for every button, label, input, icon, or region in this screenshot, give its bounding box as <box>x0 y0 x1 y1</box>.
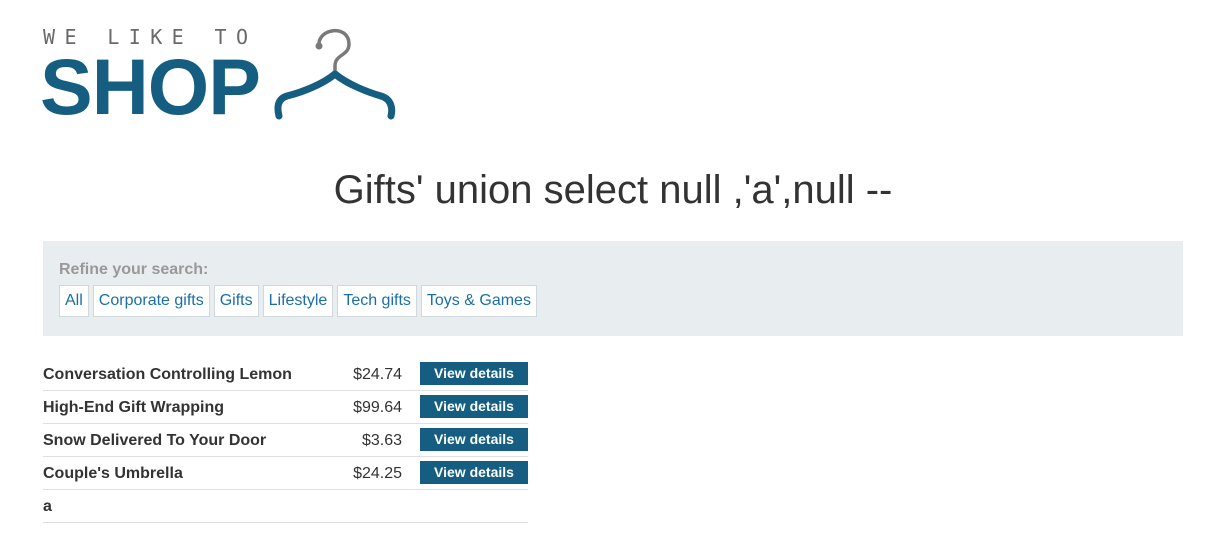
page-title: Gifts' union select null ,'a',null -- <box>333 168 893 212</box>
site-logo[interactable]: WE LIKE TO SHOP <box>40 24 403 131</box>
logo-wordmark: SHOP <box>40 42 261 131</box>
product-price: $24.74 <box>353 366 402 383</box>
product-name: Couple's Umbrella <box>43 465 183 482</box>
view-details-button[interactable]: View details <box>420 461 528 484</box>
filter-label: Refine your search: <box>59 261 209 278</box>
product-name: Snow Delivered To Your Door <box>43 432 267 449</box>
table-row: Couple's Umbrella $24.25 View details <box>43 457 528 490</box>
table-row: a <box>43 490 528 523</box>
filter-lifestyle[interactable]: Lifestyle <box>262 285 334 317</box>
filter-tech-gifts[interactable]: Tech gifts <box>337 285 417 317</box>
filter-corporate-gifts[interactable]: Corporate gifts <box>92 285 210 317</box>
view-details-button[interactable]: View details <box>420 362 528 385</box>
product-name: High-End Gift Wrapping <box>43 399 225 416</box>
product-name: Conversation Controlling Lemon <box>43 366 292 383</box>
filter-all[interactable]: All <box>59 285 89 317</box>
product-name: a <box>43 498 52 515</box>
filter-list: All Corporate gifts Gifts Lifestyle Tech… <box>59 285 537 317</box>
filter-toys-games[interactable]: Toys & Games <box>420 285 537 317</box>
filter-panel: Refine your search: All Corporate gifts … <box>43 241 1183 336</box>
filter-gifts[interactable]: Gifts <box>213 285 259 317</box>
product-table: Conversation Controlling Lemon $24.74 Vi… <box>43 358 528 523</box>
view-details-button[interactable]: View details <box>420 428 528 451</box>
product-price: $24.25 <box>353 465 402 482</box>
hanger-icon <box>274 28 396 120</box>
table-row: Conversation Controlling Lemon $24.74 Vi… <box>43 358 528 391</box>
table-row: High-End Gift Wrapping $99.64 View detai… <box>43 391 528 424</box>
view-details-button[interactable]: View details <box>420 395 528 418</box>
table-row: Snow Delivered To Your Door $3.63 View d… <box>43 424 528 457</box>
product-price: $99.64 <box>353 399 402 416</box>
product-price: $3.63 <box>361 432 402 449</box>
page: WE LIKE TO SHOP Gifts' union select null… <box>0 0 1230 539</box>
